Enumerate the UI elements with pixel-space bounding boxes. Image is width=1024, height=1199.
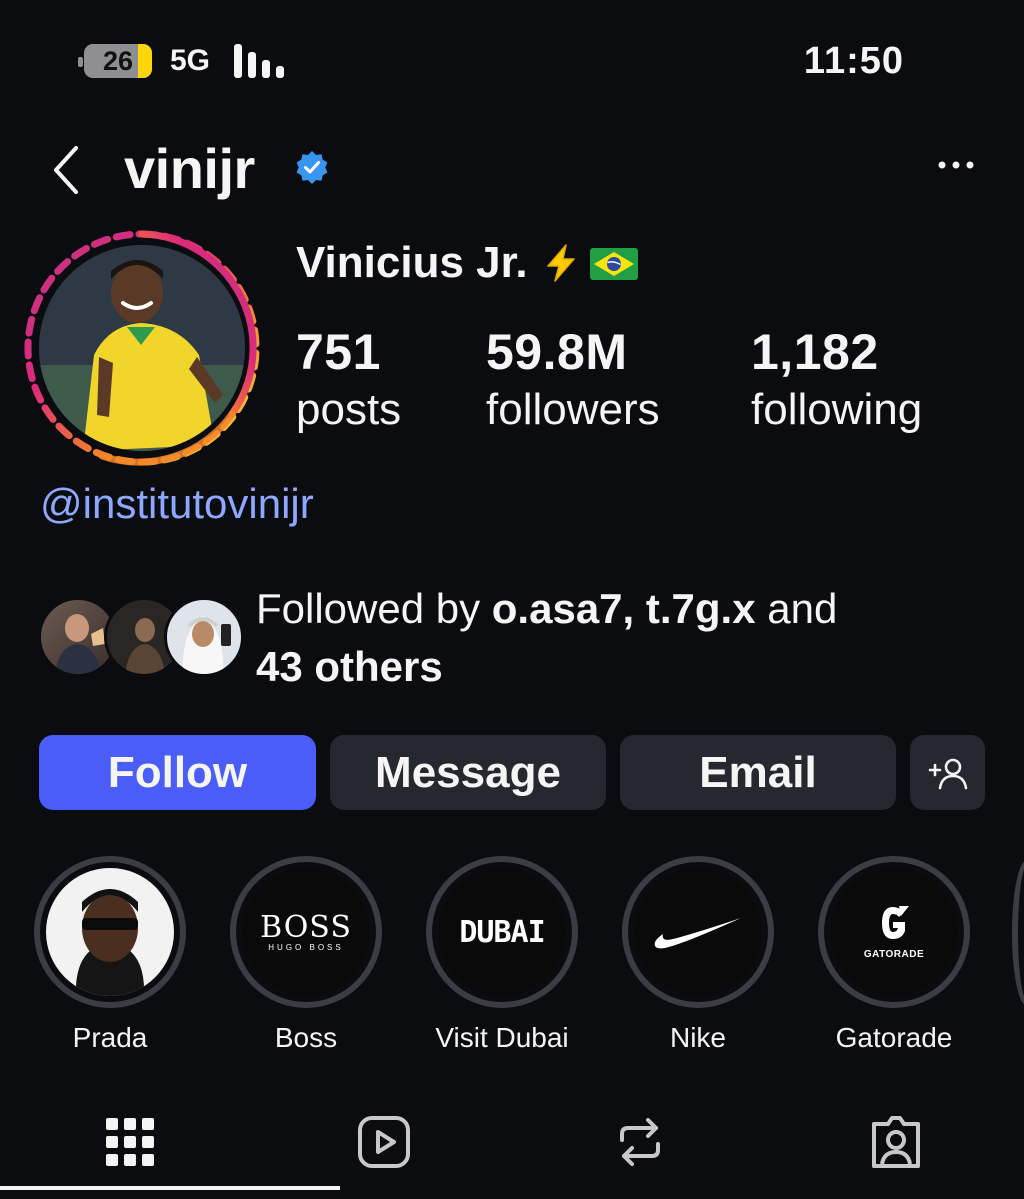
display-name: Vinicius Jr. [296,238,638,288]
username: vinijr [124,137,255,200]
highlight-ring [622,856,774,1008]
highlight-ring: DUBAI [426,856,578,1008]
follow-button[interactable]: Follow [39,735,316,810]
stat-posts-label: posts [296,385,402,434]
highlight-cover-dubai: DUBAI [438,868,566,996]
add-user-button[interactable] [910,735,985,810]
highlight-boss[interactable]: BOSS HUGO BOSS Boss [230,856,382,1054]
hugo-boss-logo-text: HUGO BOSS [268,942,344,952]
followed-by-names: o.asa7, t.7g.x [491,585,756,632]
more-icon[interactable] [934,150,978,180]
dubai-logo-text: DUBAI [459,914,545,950]
stat-posts[interactable]: 751 posts [296,324,401,438]
grid-icon[interactable] [100,1112,160,1172]
stat-followers[interactable]: 59.8M followers [486,324,660,438]
display-name-text: Vinicius Jr. [296,238,528,287]
tagged-icon[interactable] [866,1112,926,1172]
follower-avatar-3[interactable] [164,597,244,677]
highlight-cover-boss: BOSS HUGO BOSS [242,868,370,996]
highlight-ring: BOSS HUGO BOSS [230,856,382,1008]
gatorade-logo-text: GATORADE [863,949,925,960]
highlight-label-visit-dubai: Visit Dubai [435,1022,569,1053]
nike-swoosh-icon [654,918,741,949]
profile-avatar[interactable] [39,245,245,451]
followed-by-text[interactable]: Followed by o.asa7, t.7g.x and 43 others [256,580,996,696]
message-button[interactable]: Message [330,735,606,810]
highlight-label-boss: Boss [274,1022,338,1053]
battery-level: 26 [102,45,134,76]
highlight-label-nike: Nike [669,1022,726,1053]
battery-nub [78,57,83,67]
highlight-ring: GATORADE [818,856,970,1008]
followed-by-connector: and [755,585,838,632]
verified-icon [296,151,328,184]
stat-following-label: following [751,385,923,434]
bio-mention-link[interactable]: @institutovinijr [40,480,314,528]
status-bar: 26 5G 11:50 [0,0,1024,120]
stat-followers-label: followers [486,385,660,434]
active-tab-indicator [0,1186,340,1190]
highlight-cover-nike [634,868,762,996]
bolt-icon [546,244,575,282]
stat-posts-value: 751 [296,324,381,380]
avatar-photo [39,245,245,451]
profile-screen: 26 5G 11:50 vinijr Vinicius Jr. 751 post… [0,0,1024,1199]
stat-following[interactable]: 1,182 following [751,324,922,438]
highlight-next-partial[interactable] [1012,860,1024,1006]
add-user-icon [928,758,967,789]
highlight-nike[interactable]: Nike [622,856,774,1054]
followed-by-others: 43 others [256,643,443,690]
signal-icon [234,44,290,78]
email-button[interactable]: Email [620,735,896,810]
stat-followers-value: 59.8M [486,324,628,380]
highlight-cover-prada [46,868,174,996]
reposts-icon[interactable] [610,1112,670,1172]
brazil-flag-icon [589,248,638,280]
profile-tabs [0,1100,1024,1199]
clock: 11:50 [803,40,904,82]
highlight-prada[interactable]: Prada [34,856,186,1054]
highlight-cover-gatorade: GATORADE [830,868,958,996]
highlight-label-gatorade: Gatorade [835,1022,953,1053]
stat-following-value: 1,182 [751,324,879,380]
gatorade-g-icon [882,906,909,939]
highlight-gatorade[interactable]: GATORADE Gatorade [818,856,970,1054]
highlight-ring [34,856,186,1008]
highlight-label-prada: Prada [72,1022,148,1053]
back-icon[interactable] [44,142,92,198]
reels-icon[interactable] [354,1112,414,1172]
profile-header: vinijr [0,130,1024,210]
highlight-visit-dubai[interactable]: DUBAI Visit Dubai [426,856,578,1054]
network-type: 5G [170,44,211,77]
boss-logo-text: BOSS [260,909,352,945]
battery-icon: 26 [84,44,152,78]
followed-by-prefix: Followed by [256,585,492,632]
